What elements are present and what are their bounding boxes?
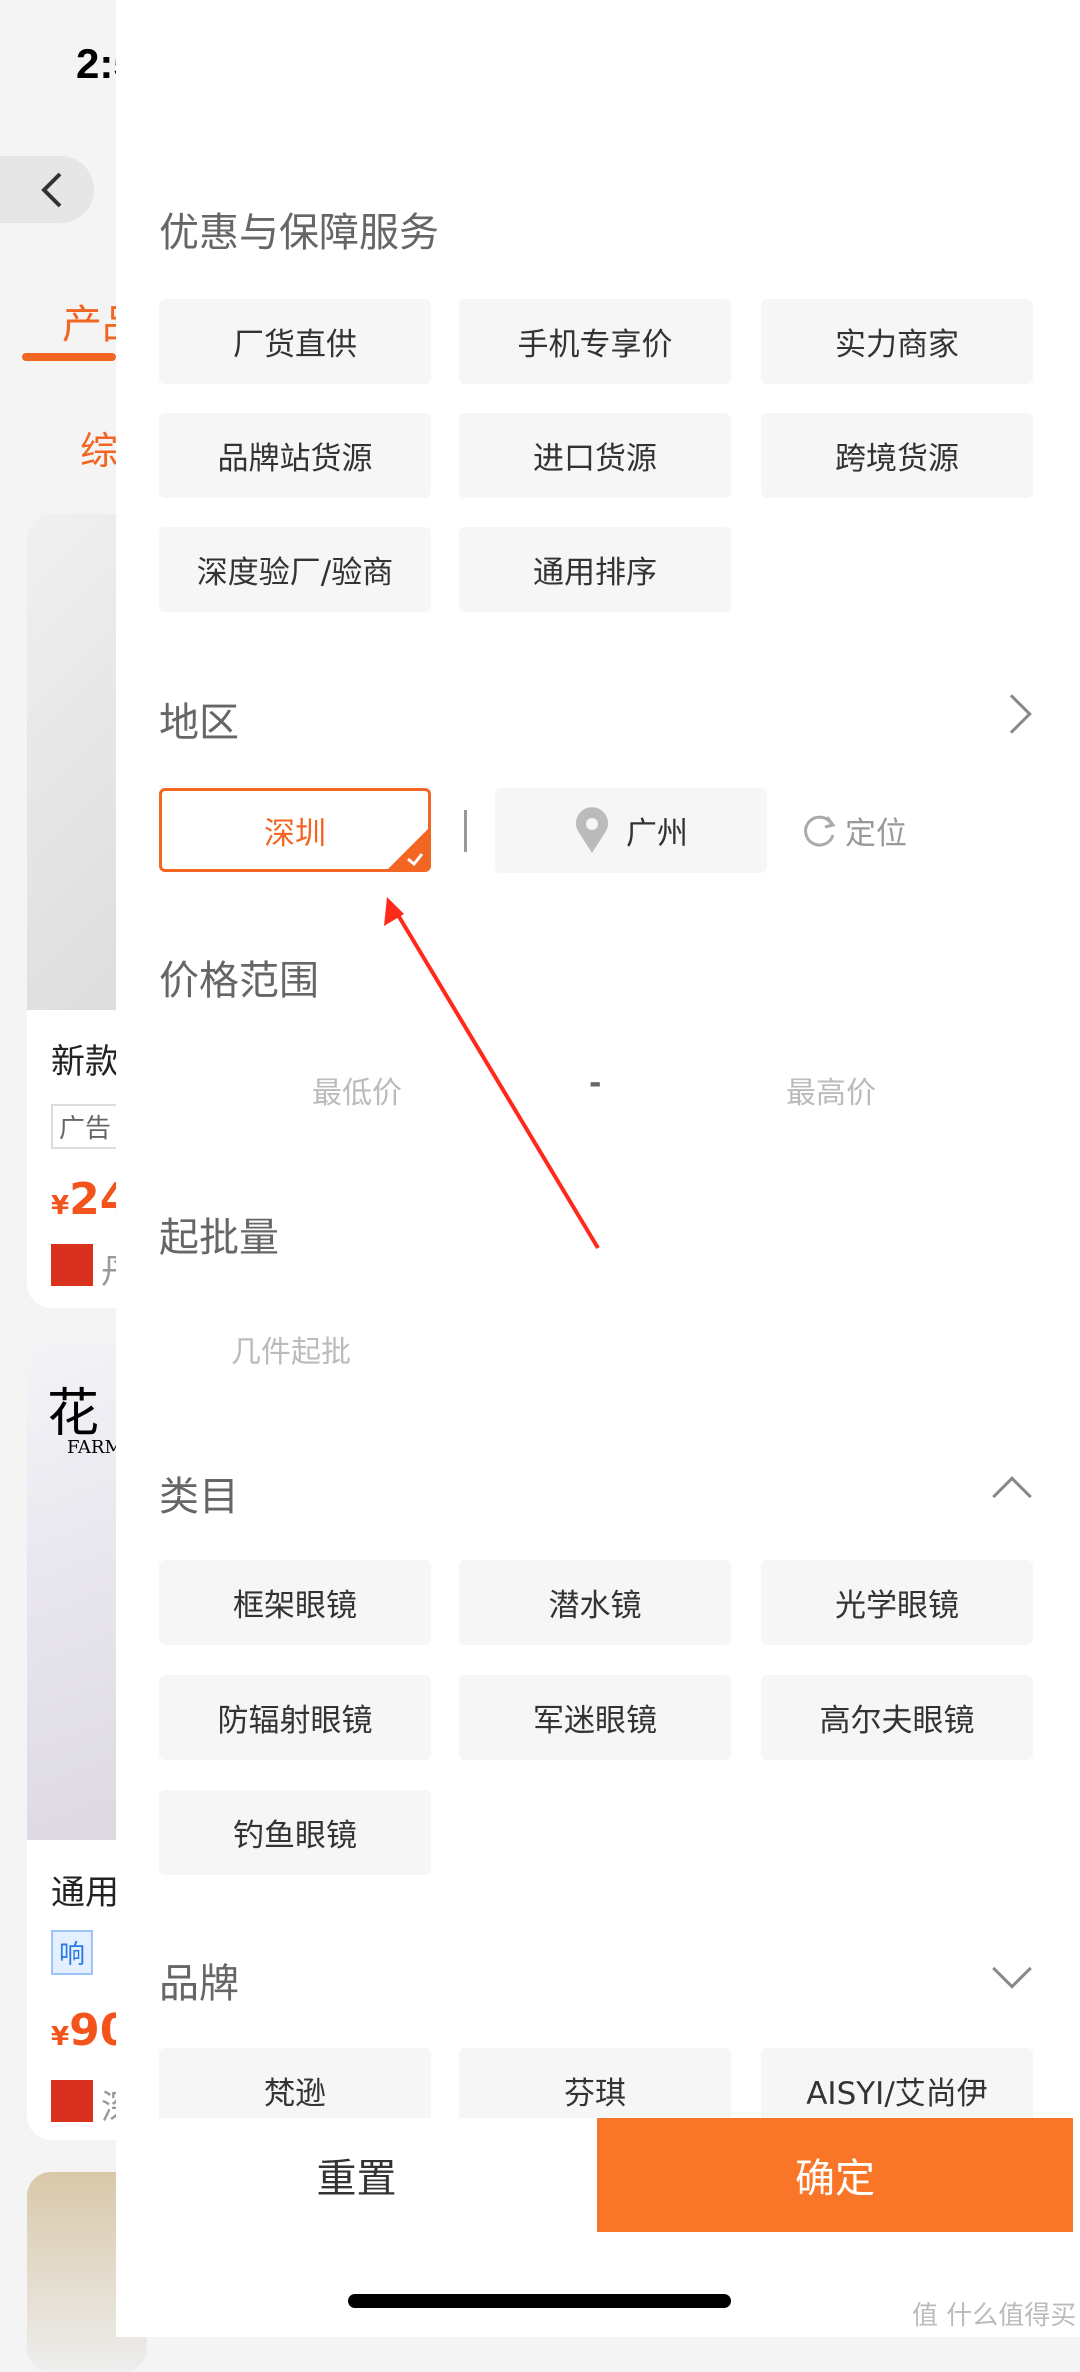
product-title: 通用 — [51, 1873, 119, 1913]
relocate-button[interactable]: 定位 — [801, 808, 907, 853]
region-chip-selected[interactable]: 深圳 — [159, 788, 431, 872]
filter-chip[interactable]: 品牌站货源 — [159, 413, 431, 498]
located-city-chip[interactable]: 广州 — [495, 788, 767, 873]
response-tag: 响 — [51, 1930, 94, 1975]
min-price-input[interactable]: 最低价 — [312, 1068, 402, 1112]
section-title-region: 地区 — [159, 700, 239, 746]
section-title-brand: 品牌 — [159, 1961, 239, 2007]
filter-chip[interactable]: 厂货直供 — [159, 299, 431, 384]
section-title-moq: 起批量 — [159, 1215, 279, 1261]
filter-chip[interactable]: 跨境货源 — [761, 413, 1033, 498]
shop-logo-icon — [51, 2080, 93, 2122]
section-title-price: 价格范围 — [159, 958, 319, 1004]
chevron-up-icon[interactable] — [992, 1476, 1032, 1516]
chevron-right-icon[interactable] — [992, 694, 1032, 734]
filter-panel: 优惠与保障服务 厂货直供 手机专享价 实力商家 品牌站货源 进口货源 跨境货源 … — [116, 0, 1080, 2337]
chevron-down-icon[interactable] — [992, 1949, 1032, 1989]
refresh-icon — [804, 815, 836, 847]
section-title-services: 优惠与保障服务 — [159, 210, 439, 256]
filter-chip[interactable]: 深度验厂/验商 — [159, 527, 431, 612]
tab-underline — [22, 353, 116, 361]
moq-input[interactable]: 几件起批 — [231, 1327, 351, 1371]
category-chip[interactable]: 防辐射眼镜 — [159, 1675, 431, 1760]
filter-chip[interactable]: 通用排序 — [459, 527, 731, 612]
filter-chip[interactable]: 进口货源 — [459, 413, 731, 498]
reset-button[interactable]: 重置 — [116, 2118, 597, 2232]
category-chip[interactable]: 框架眼镜 — [159, 1560, 431, 1645]
category-chip[interactable]: 光学眼镜 — [761, 1560, 1033, 1645]
category-chip[interactable]: 钓鱼眼镜 — [159, 1790, 431, 1875]
category-chip[interactable]: 高尔夫眼镜 — [761, 1675, 1033, 1760]
back-button[interactable] — [0, 156, 94, 223]
divider — [464, 810, 467, 852]
filter-chip[interactable]: 实力商家 — [761, 299, 1033, 384]
max-price-input[interactable]: 最高价 — [786, 1068, 876, 1112]
category-chip[interactable]: 军迷眼镜 — [459, 1675, 731, 1760]
check-corner-icon — [388, 829, 428, 869]
filter-footer: 重置 确定 — [116, 2118, 1080, 2232]
location-pin-icon — [576, 806, 608, 853]
product-title: 新款 — [51, 1042, 119, 1082]
ad-tag: 广告 — [51, 1104, 120, 1149]
section-title-category: 类目 — [159, 1474, 239, 1520]
watermark: 值 什么值得买 — [912, 2301, 1077, 2331]
shop-logo-icon — [51, 1244, 93, 1286]
filter-chip[interactable]: 手机专享价 — [459, 299, 731, 384]
home-indicator — [348, 2294, 731, 2308]
category-chip[interactable]: 潜水镜 — [459, 1560, 731, 1645]
price-separator: - — [589, 1066, 602, 1101]
confirm-button[interactable]: 确定 — [597, 2118, 1073, 2232]
